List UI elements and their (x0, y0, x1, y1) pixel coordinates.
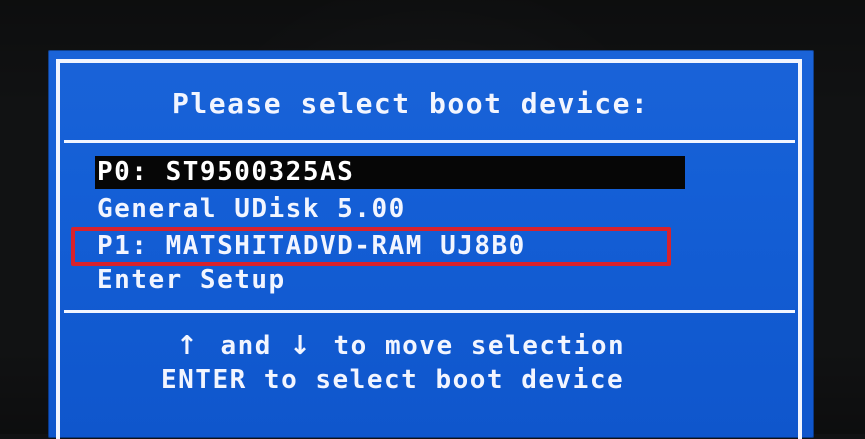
boot-option-p0[interactable]: P0: ST9500325AS (95, 156, 685, 189)
help-line-navigation: ↑ and ↓ to move selection (176, 331, 625, 361)
page-title: Please select boot device: (172, 87, 650, 120)
help-move-text: to move selection (333, 331, 626, 361)
title-divider (64, 140, 795, 143)
boot-option-enter-setup[interactable]: Enter Setup (95, 264, 685, 297)
down-arrow-icon: ↓ (289, 331, 313, 361)
help-line-enter: ENTER to select boot device (161, 365, 625, 395)
help-divider (64, 310, 795, 313)
up-arrow-icon: ↑ (176, 331, 200, 361)
boot-option-general-udisk[interactable]: General UDisk 5.00 (95, 193, 685, 226)
help-and-text: and (220, 331, 272, 361)
highlight-annotation-box (71, 227, 671, 266)
